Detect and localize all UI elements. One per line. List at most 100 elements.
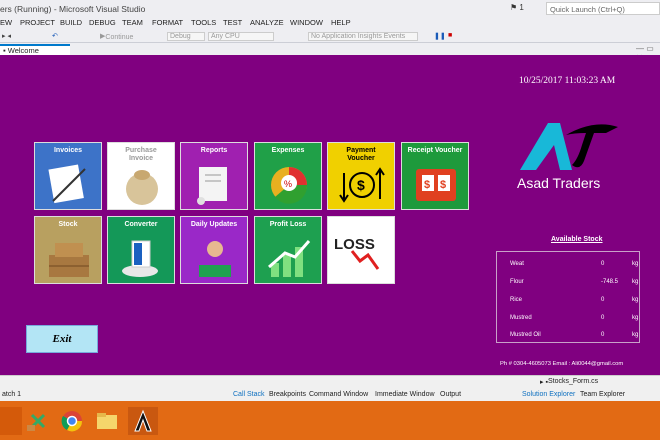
- user-computer-icon: [199, 241, 231, 277]
- stock-qty: 0: [601, 315, 605, 321]
- receipt-dollar-icon: $ $: [416, 169, 456, 201]
- menu-format[interactable]: FORMAT: [152, 18, 183, 27]
- loss-graphic-icon: LOSS: [334, 236, 380, 270]
- tab-immediate-window[interactable]: Immediate Window: [375, 391, 435, 398]
- logo-text: Asad Traders: [517, 175, 601, 191]
- chrome-icon[interactable]: [57, 407, 87, 435]
- platform-dropdown[interactable]: Any CPU: [208, 32, 274, 41]
- tile-stock[interactable]: Stock: [34, 216, 102, 284]
- scroll-icon: [197, 167, 227, 205]
- svg-text:%: %: [284, 179, 292, 189]
- tools-app-icon[interactable]: [22, 407, 52, 435]
- svg-text:$: $: [424, 179, 430, 191]
- config-dropdown[interactable]: Debug: [167, 32, 205, 41]
- svg-text:$: $: [357, 177, 365, 193]
- datetime-label: 10/25/2017 11:03:23 AM: [519, 76, 616, 86]
- menu-debug[interactable]: DEBUG: [89, 18, 116, 27]
- tile-purchase-invoice[interactable]: Purchase Invoice: [107, 142, 175, 210]
- watch-tab[interactable]: atch 1: [2, 391, 21, 398]
- continue-label: Continue: [105, 34, 134, 41]
- stock-name: Rice: [510, 297, 523, 303]
- menu-project[interactable]: PROJECT: [20, 18, 55, 27]
- stock-row-weat: Weat 0 kg: [497, 261, 641, 271]
- stock-unit: kg: [632, 315, 639, 321]
- taskbar: [0, 401, 660, 440]
- svg-text:$: $: [440, 179, 446, 191]
- tab-solution-explorer[interactable]: Solution Explorer: [522, 391, 575, 398]
- menu-view[interactable]: EW: [0, 18, 12, 27]
- menu-help[interactable]: HELP: [331, 18, 351, 27]
- nav-back-icon[interactable]: ▸ ◂: [2, 32, 11, 40]
- stock-row-mustred: Mustred 0 kg: [497, 315, 641, 325]
- stock-qty: -748.5: [601, 279, 619, 285]
- tile-label: Payment Voucher: [346, 147, 376, 162]
- tile-label: Receipt Voucher: [407, 147, 463, 154]
- pause-icon[interactable]: ❚❚: [434, 32, 446, 40]
- insights-dropdown[interactable]: No Application Insights Events: [308, 32, 418, 41]
- quick-launch-input[interactable]: Quick Launch (Ctrl+Q): [546, 2, 660, 15]
- menu-tools[interactable]: TOOLS: [191, 18, 216, 27]
- stock-panel: Weat 0 kg Flour -748.5 kg Rice 0 kg Mustred 0 kg…: [496, 251, 640, 343]
- tile-receipt-voucher[interactable]: Receipt Voucher $ $: [401, 142, 469, 210]
- tile-label: Invoices: [53, 147, 82, 154]
- document-tab-bar: ▪ Welcome — ▭ ✕: [0, 43, 660, 62]
- tab-breakpoints[interactable]: Breakpoints: [269, 391, 306, 398]
- menu-analyze[interactable]: ANALYZE: [250, 18, 284, 27]
- tab-team-explorer[interactable]: Team Explorer: [580, 391, 625, 398]
- growth-chart-icon: [268, 240, 311, 277]
- stock-name: Mustred: [510, 315, 532, 321]
- menu-test[interactable]: TEST: [223, 18, 242, 27]
- asad-traders-app-icon[interactable]: [128, 407, 158, 435]
- tile-loss[interactable]: LOSS: [327, 216, 395, 284]
- toolbar: ▸ ◂ ↶ ▶ Continue Debug Any CPU No Applic…: [0, 30, 660, 43]
- converter-icon: [122, 240, 158, 277]
- start-button[interactable]: [0, 407, 22, 435]
- dollar-arrows-icon: $: [339, 167, 385, 203]
- stock-unit: kg: [632, 332, 639, 338]
- undo-icon[interactable]: ↶: [52, 32, 58, 40]
- tile-converter[interactable]: Converter: [107, 216, 175, 284]
- menu-team[interactable]: TEAM: [122, 18, 143, 27]
- stock-name: Flour: [510, 279, 524, 285]
- window-title: ers (Running) - Microsoft Visual Studio: [0, 4, 146, 14]
- stock-row-mustred-oil: Mustred Oil 0 kg: [497, 332, 641, 342]
- stock-qty: 0: [601, 261, 605, 267]
- stock-row-flour: Flour -748.5 kg: [497, 279, 641, 289]
- exit-button[interactable]: Exit: [26, 325, 98, 353]
- tile-label: Converter: [124, 221, 158, 228]
- file-name: Stocks_Form.cs: [547, 378, 599, 385]
- tile-profit-loss[interactable]: Profit Loss: [254, 216, 322, 284]
- stock-unit: kg: [632, 279, 639, 285]
- stock-qty: 0: [601, 332, 605, 338]
- crates-icon: [49, 243, 89, 277]
- notification-count: 1: [519, 3, 524, 12]
- menu-build[interactable]: BUILD: [60, 18, 82, 27]
- stock-name: Mustred Oil: [510, 332, 541, 338]
- tile-label: Profit Loss: [269, 221, 307, 228]
- tile-expenses[interactable]: Expenses%: [254, 142, 322, 210]
- stock-qty: 0: [601, 297, 605, 303]
- stop-icon[interactable]: ■: [448, 32, 452, 39]
- notification-flag-icon[interactable]: ⚑ 1: [510, 3, 524, 12]
- tile-invoices[interactable]: Invoices: [34, 142, 102, 210]
- invoice-icon: [48, 164, 86, 204]
- tile-payment-voucher[interactable]: Payment Voucher $: [327, 142, 395, 210]
- tab-welcome-label: Welcome: [7, 46, 39, 55]
- stock-row-rice: Rice 0 kg: [497, 297, 641, 307]
- menu-bar: EW PROJECT BUILD DEBUG TEAM FORMAT TOOLS…: [0, 17, 660, 29]
- tab-welcome[interactable]: ▪ Welcome: [0, 44, 70, 55]
- stock-unit: kg: [632, 297, 639, 303]
- tile-label: Purchase Invoice: [125, 147, 157, 162]
- menu-window[interactable]: WINDOW: [290, 18, 323, 27]
- tile-daily-updates[interactable]: Daily Updates: [180, 216, 248, 284]
- tab-call-stack[interactable]: Call Stack: [233, 391, 265, 398]
- continue-button[interactable]: ▶ Continue: [100, 32, 133, 41]
- tab-output[interactable]: Output: [440, 391, 461, 398]
- stock-unit: kg: [632, 261, 639, 267]
- tile-reports[interactable]: Reports: [180, 142, 248, 210]
- solution-file-item[interactable]: ▸ ▪ Stocks_Form.cs: [540, 378, 598, 386]
- tab-command-window[interactable]: Command Window: [309, 391, 368, 398]
- tile-label: Reports: [200, 147, 228, 154]
- contact-info: Ph # 0304-4605073 Email : Ali0044@gmail.…: [500, 361, 624, 367]
- file-explorer-icon[interactable]: [92, 407, 122, 435]
